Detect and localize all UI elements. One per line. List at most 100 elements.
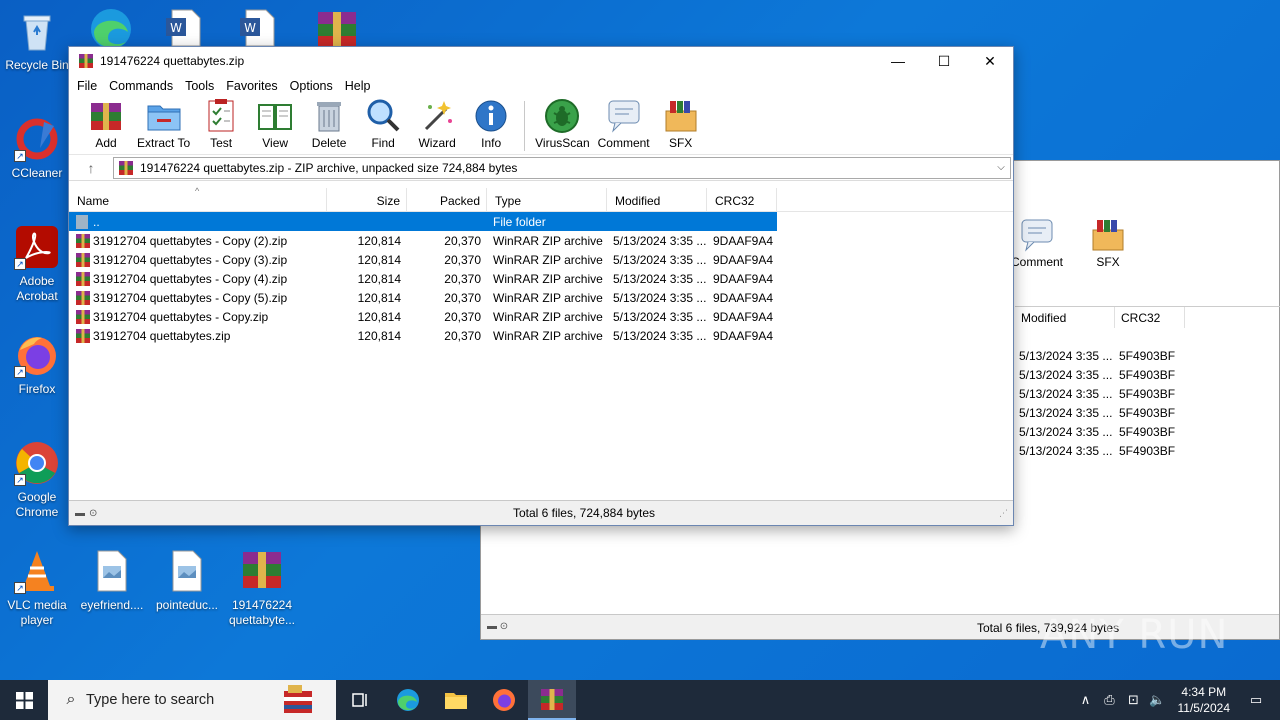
desktop-icon-edge[interactable]	[88, 6, 134, 49]
task-view-button[interactable]	[336, 680, 384, 720]
cell-crc: 9DAAF9A4	[713, 252, 774, 267]
column-type[interactable]: Type	[487, 188, 607, 211]
chevron-down-icon[interactable]: ⌵	[992, 162, 1010, 173]
view-button[interactable]: View	[252, 97, 298, 150]
wizard-button[interactable]: Wizard	[414, 97, 460, 150]
desktop-icon-label: VLC media player	[7, 598, 67, 627]
add-button[interactable]: Add	[83, 97, 129, 150]
table-row[interactable]: 5/13/2024 3:35 ... 5F4903BF	[1019, 387, 1219, 406]
cell-crc: 5F4903BF	[1119, 444, 1176, 458]
bg-sfx-label: SFX	[1096, 255, 1120, 269]
menu-file[interactable]: File	[77, 79, 105, 93]
minimize-button[interactable]: —	[875, 47, 921, 75]
column-size[interactable]: Size	[327, 188, 407, 211]
bg-column-headers: Modified CRC32	[1015, 306, 1280, 328]
ccleaner-icon: ↗	[14, 116, 60, 162]
start-button[interactable]	[0, 680, 48, 720]
table-row[interactable]: 5/13/2024 3:35 ... 5F4903BF	[1019, 444, 1219, 463]
cell-crc: 5F4903BF	[1119, 425, 1176, 439]
chrome-icon: ↗	[14, 440, 60, 486]
cell-name: 31912704 quettabytes - Copy (3).zip	[93, 252, 288, 267]
menu-commands[interactable]: Commands	[109, 79, 181, 93]
winrar-zip-icon	[75, 252, 91, 268]
taskbar: ⌕ Type here to search ∧ ⎙ ⊡ 🔈 4:34 PM 11…	[0, 680, 1280, 720]
info-button[interactable]: Info	[468, 97, 514, 150]
parent-folder-row[interactable]: .. File folder	[69, 212, 777, 231]
bg-sfx-button[interactable]: SFX	[1085, 216, 1131, 269]
table-row[interactable]: 31912704 quettabytes - Copy.zip 120,814 20…	[69, 307, 1013, 326]
cell-name: 31912704 quettabytes.zip	[93, 328, 231, 343]
close-button[interactable]: ✕	[967, 47, 1013, 75]
maximize-button[interactable]: ☐	[921, 47, 967, 75]
taskbar-winrar[interactable]	[528, 680, 576, 720]
desktop-icon-eyefriend[interactable]: eyefriend....	[78, 548, 146, 613]
title-bar[interactable]: 191476224 quettabytes.zip — ☐ ✕	[69, 47, 1013, 75]
menu-options[interactable]: Options	[290, 79, 341, 93]
bg-col-crc32[interactable]: CRC32	[1115, 307, 1185, 328]
cell-type: File folder	[493, 214, 546, 229]
sfx-button[interactable]: SFX	[658, 97, 704, 150]
drive-icon[interactable]: ▬	[75, 508, 85, 519]
notification-icon[interactable]: ▭	[1244, 692, 1268, 708]
up-arrow-icon[interactable]: ↑	[69, 160, 113, 176]
menu-help[interactable]: Help	[345, 79, 379, 93]
winrar-window[interactable]: 191476224 quettabytes.zip — ☐ ✕ File Com…	[68, 46, 1014, 526]
taskbar-firefox[interactable]	[480, 680, 528, 720]
table-row[interactable]: 31912704 quettabytes - Copy (4).zip 120,8…	[69, 269, 1013, 288]
table-row[interactable]: 5/13/2024 3:35 ... 5F4903BF	[1019, 368, 1219, 387]
table-row[interactable]: 31912704 quettabytes - Copy (2).zip 120,8…	[69, 231, 1013, 250]
file-list[interactable]: ^ Name Size Packed Type Modified CRC32 .…	[69, 186, 1013, 502]
clock[interactable]: 4:34 PM 11/5/2024	[1178, 684, 1231, 716]
address-field[interactable]: 191476224 quettabytes.zip - ZIP archive,…	[113, 156, 1011, 179]
delete-label: Delete	[311, 136, 347, 150]
resize-grip-icon[interactable]: ⋰	[999, 508, 1013, 519]
chevron-up-icon[interactable]: ∧	[1074, 692, 1098, 708]
desktop-icon-word-1[interactable]: W	[164, 8, 204, 47]
volume-icon[interactable]: 🔈	[1146, 692, 1170, 708]
cell-modified: 5/13/2024 3:35 ...	[1019, 444, 1113, 458]
cell-modified: 5/13/2024 3:35 ...	[1019, 349, 1113, 363]
desktop-icon-archive[interactable]: 191476224 quettabyte...	[228, 548, 296, 628]
network-icon[interactable]: ⊡	[1122, 692, 1146, 708]
column-modified[interactable]: Modified	[607, 188, 707, 211]
column-packed[interactable]: Packed	[407, 188, 487, 211]
column-crc32[interactable]: CRC32	[707, 188, 777, 211]
table-row[interactable]: 31912704 quettabytes.zip 120,814 20,370 Win…	[69, 326, 1013, 345]
desktop-icon-recycle-bin[interactable]: Recycle Bin	[3, 8, 71, 73]
desktop-icon-pointeduc[interactable]: pointeduc...	[153, 548, 221, 613]
find-button[interactable]: Find	[360, 97, 406, 150]
network-drive-icon[interactable]: ⎙	[1098, 692, 1122, 708]
taskbar-search[interactable]: ⌕ Type here to search	[48, 680, 336, 720]
desktop-icon-acrobat[interactable]: ↗ Adobe Acrobat	[3, 224, 71, 304]
desktop-icon-word-2[interactable]: W	[238, 8, 278, 47]
delete-button[interactable]: Delete	[306, 97, 352, 150]
cell-size: 120,814	[357, 252, 401, 267]
bg-col-modified[interactable]: Modified	[1015, 307, 1115, 328]
table-row[interactable]: 31912704 quettabytes - Copy (3).zip 120,8…	[69, 250, 1013, 269]
key-icon[interactable]: ⊙	[89, 508, 97, 519]
taskbar-edge[interactable]	[384, 680, 432, 720]
comment-button[interactable]: Comment	[598, 97, 650, 150]
cell-name: 31912704 quettabytes - Copy (2).zip	[93, 233, 288, 248]
table-row[interactable]: 5/13/2024 3:35 ... 5F4903BF	[1019, 425, 1219, 444]
table-row[interactable]: 5/13/2024 3:35 ... 5F4903BF	[1019, 406, 1219, 425]
status-bar: ▬ ⊙ Total 6 files, 724,884 bytes ⋰	[69, 500, 1013, 525]
taskbar-file-explorer[interactable]	[432, 680, 480, 720]
table-row[interactable]: 5/13/2024 3:35 ... 5F4903BF	[1019, 349, 1219, 368]
desktop-icon-chrome[interactable]: ↗ Google Chrome	[3, 440, 71, 520]
bg-comment-button[interactable]: Comment	[1011, 216, 1063, 269]
virusscan-button[interactable]: VirusScan	[535, 97, 590, 150]
desktop-icon-winrar-top[interactable]	[314, 8, 360, 48]
desktop-icon-ccleaner[interactable]: ↗ CCleaner	[3, 116, 71, 181]
extract-to-button[interactable]: Extract To	[137, 97, 190, 150]
desktop-icon-vlc[interactable]: ↗ VLC media player	[3, 548, 71, 628]
test-button[interactable]: Test	[198, 97, 244, 150]
trash-icon	[310, 97, 348, 135]
table-row[interactable]: 31912704 quettabytes - Copy (5).zip 120,8…	[69, 288, 1013, 307]
sort-ascending-icon: ^	[195, 186, 200, 196]
desktop-icon-firefox[interactable]: ↗ Firefox	[3, 332, 71, 397]
desktop-icon-label: Google Chrome	[15, 490, 59, 519]
menu-favorites[interactable]: Favorites	[226, 79, 285, 93]
menu-tools[interactable]: Tools	[185, 79, 222, 93]
comment-label: Comment	[597, 136, 650, 150]
